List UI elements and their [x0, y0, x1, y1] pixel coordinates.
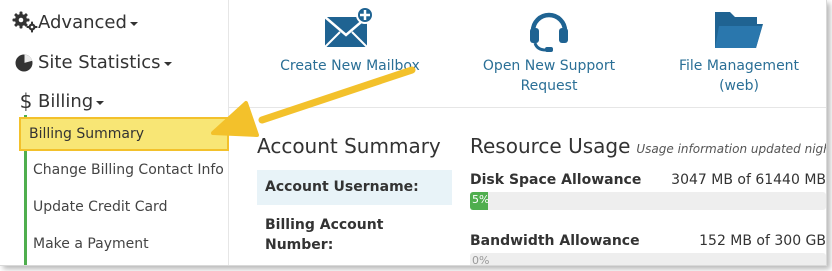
pie-chart-icon: [14, 53, 38, 73]
quick-link-label: Open New Support: [482, 58, 616, 74]
caret-down-icon: [163, 62, 172, 66]
disk-space-value: 3047 MB of 61440 MB: [671, 172, 826, 188]
section-divider: [229, 107, 826, 108]
app-window: Advanced Site Statistics $ Billing Billi…: [0, 0, 827, 266]
caret-down-icon: [129, 21, 138, 26]
nav-group-billing[interactable]: $ Billing: [12, 89, 105, 113]
resource-usage-header: Resource Usage Usage information updated …: [470, 134, 827, 158]
bandwidth-label: Bandwidth Allowance: [470, 233, 640, 249]
account-summary-title: Account Summary: [257, 134, 441, 158]
sidebar-item-change-billing-contact[interactable]: Change Billing Contact Info: [33, 162, 224, 178]
nav-group-label: Site Statistics: [38, 52, 161, 73]
disk-space-label: Disk Space Allowance: [470, 172, 642, 188]
file-management-link[interactable]: File Management (web): [659, 4, 819, 96]
quick-link-label: File Management (web): [678, 58, 800, 94]
nav-group-site-statistics[interactable]: Site Statistics: [12, 52, 172, 73]
caret-down-icon: [96, 100, 105, 105]
nav-group-advanced[interactable]: Advanced: [12, 11, 138, 33]
bandwidth-value: 152 MB of 300 GB: [699, 233, 826, 249]
resource-usage-subtitle: Usage information updated nightly: [636, 142, 827, 156]
headset-icon: [474, 4, 624, 56]
sidebar: Advanced Site Statistics $ Billing Billi…: [0, 0, 229, 265]
bandwidth-percent: 0%: [472, 254, 490, 266]
envelope-plus-icon: [275, 4, 425, 56]
billing-submenu: Billing Summary Change Billing Contact I…: [19, 115, 231, 265]
open-support-request-link[interactable]: Open New Support Request: [474, 4, 624, 96]
resource-usage-title: Resource Usage: [470, 134, 631, 158]
gears-icon: [12, 11, 38, 33]
dollar-icon: $: [19, 89, 33, 113]
nav-group-label: Advanced: [38, 11, 127, 33]
quick-link-label: Create New Mailbox: [280, 58, 420, 74]
billing-account-number-label: Billing Account Number:: [265, 217, 384, 253]
bandwidth-progress-bar: 0%: [470, 253, 826, 266]
sidebar-item-make-payment[interactable]: Make a Payment: [33, 236, 149, 252]
account-username-label: Account Username:: [257, 170, 452, 205]
folder-open-icon: [659, 4, 819, 56]
create-mailbox-link[interactable]: Create New Mailbox: [275, 4, 425, 76]
sidebar-item-update-credit-card[interactable]: Update Credit Card: [33, 199, 167, 215]
disk-space-progress-bar: 5%: [470, 192, 826, 210]
quick-link-label-line2: Request: [520, 78, 578, 94]
sidebar-item-billing-summary[interactable]: Billing Summary: [19, 117, 229, 151]
disk-space-percent: 5%: [472, 193, 490, 206]
main-content: Create New Mailbox Open New Support Requ…: [229, 0, 826, 265]
nav-group-label: Billing: [38, 90, 94, 112]
